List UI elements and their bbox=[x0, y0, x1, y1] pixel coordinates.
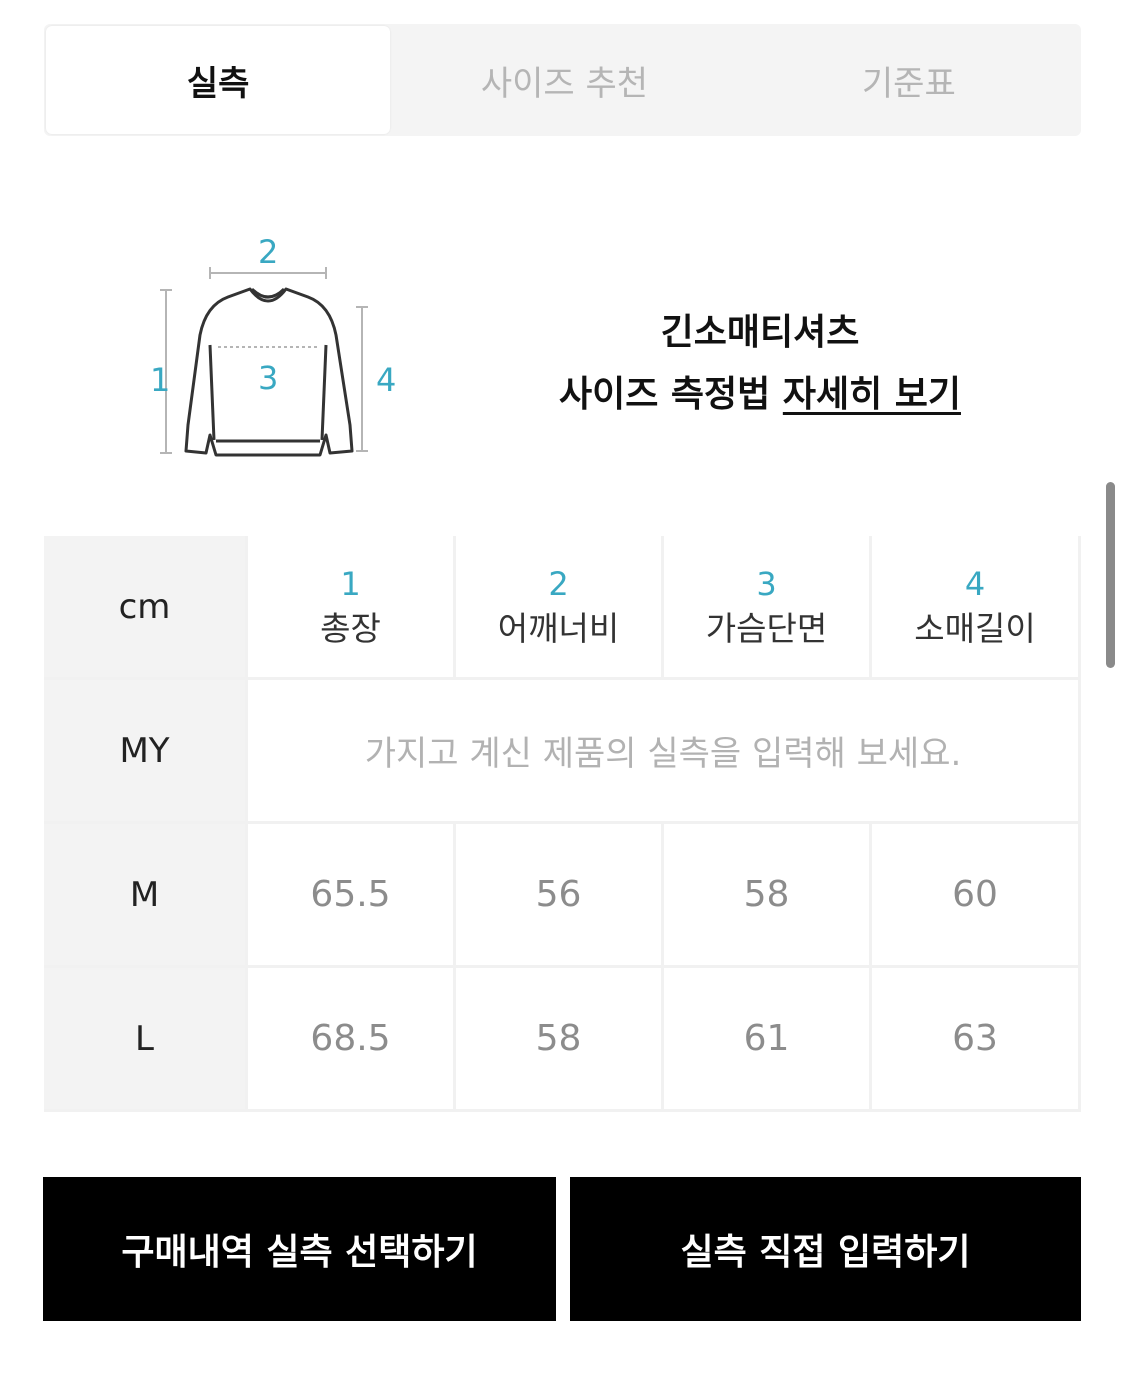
table-cell: 68.5 bbox=[248, 968, 456, 1112]
my-row-label: MY bbox=[44, 680, 248, 824]
column-header: 3 가슴단면 bbox=[664, 536, 872, 680]
unit-header: cm bbox=[44, 536, 248, 680]
size-label: L bbox=[44, 968, 248, 1112]
tab-size-standard[interactable]: 기준표 bbox=[737, 24, 1081, 136]
scrollbar[interactable] bbox=[1106, 482, 1115, 668]
size-tabs: 실측 사이즈 추천 기준표 bbox=[44, 24, 1081, 136]
marker-3-label: 3 bbox=[258, 359, 278, 397]
guide-detail-link[interactable]: 자세히 보기 bbox=[783, 374, 961, 415]
size-table: cm 1 총장 2 어깨너비 3 가슴단면 4 소매길이 MY 가지고 계신 제… bbox=[44, 536, 1081, 1112]
column-header: 4 소매길이 bbox=[872, 536, 1081, 680]
marker-4-label: 4 bbox=[376, 361, 396, 399]
marker-2-label: 2 bbox=[258, 233, 278, 271]
column-header: 1 총장 bbox=[248, 536, 456, 680]
product-name: 긴소매티셔츠 bbox=[660, 312, 860, 353]
table-cell: 60 bbox=[872, 824, 1081, 968]
sweatshirt-measurement-illustration: 1 2 3 4 bbox=[150, 233, 396, 457]
tab-size-recommendation[interactable]: 사이즈 추천 bbox=[392, 24, 736, 136]
tab-actual-measurement[interactable]: 실측 bbox=[46, 26, 391, 134]
table-cell: 58 bbox=[664, 824, 872, 968]
guide-prefix: 사이즈 측정법 bbox=[559, 374, 771, 415]
my-measurement-input[interactable]: 가지고 계신 제품의 실측을 입력해 보세요. bbox=[248, 680, 1081, 824]
measurement-guide: 사이즈 측정법 자세히 보기 bbox=[520, 364, 1000, 426]
table-cell: 58 bbox=[456, 968, 664, 1112]
marker-1-label: 1 bbox=[150, 361, 170, 399]
select-purchase-history-button[interactable]: 구매내역 실측 선택하기 bbox=[43, 1177, 556, 1321]
table-cell: 56 bbox=[456, 824, 664, 968]
size-label: M bbox=[44, 824, 248, 968]
table-cell: 61 bbox=[664, 968, 872, 1112]
table-cell: 63 bbox=[872, 968, 1081, 1112]
direct-input-button[interactable]: 실측 직접 입력하기 bbox=[570, 1177, 1081, 1321]
column-header: 2 어깨너비 bbox=[456, 536, 664, 680]
table-cell: 65.5 bbox=[248, 824, 456, 968]
product-info: 긴소매티셔츠 사이즈 측정법 자세히 보기 bbox=[520, 302, 1000, 426]
